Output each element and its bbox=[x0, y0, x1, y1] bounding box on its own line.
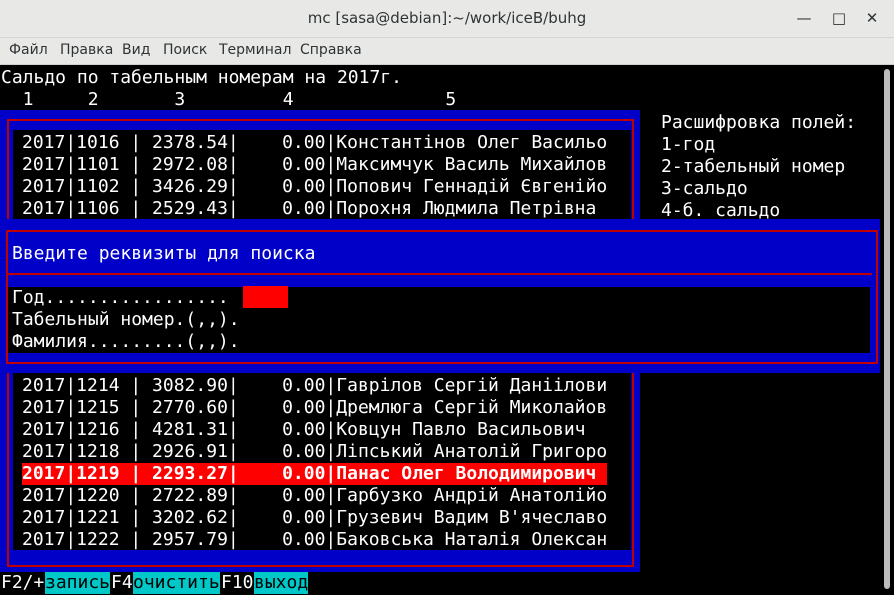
table-row[interactable]: 2017|1215 | 2770.60| 0.00|Дремлюга Сергі… bbox=[22, 397, 607, 419]
window-title: mc [sasa@debian]:~/work/iceB/buhg bbox=[307, 9, 587, 27]
report-title: Сальдо по табельным номерам на 2017г. bbox=[1, 67, 402, 88]
table-row[interactable]: 2017|1214 | 3082.90| 0.00|Гаврілов Сергі… bbox=[22, 375, 607, 397]
legend-item: 2-табельный номер bbox=[661, 156, 846, 177]
menu-file[interactable]: Файл bbox=[9, 42, 48, 58]
search-dialog-title: Введите реквизиты для поиска bbox=[12, 243, 316, 264]
table-row[interactable]: 2017|1218 | 2926.91| 0.00|Ліпський Анато… bbox=[22, 441, 607, 463]
save-button[interactable]: запись bbox=[45, 572, 111, 594]
field-label-surname[interactable]: Фамилия.........(,,). bbox=[12, 331, 240, 353]
column-numbers: 1 2 3 4 5 bbox=[1, 89, 457, 110]
f2-key[interactable]: F2/+ bbox=[1, 572, 44, 594]
table-row[interactable]: 2017|1221 | 3202.62| 0.00|Грузевич Вадим… bbox=[22, 507, 607, 529]
menu-bar: Файл Правка Вид Поиск Терминал Справка bbox=[0, 38, 894, 65]
menu-terminal[interactable]: Терминал bbox=[219, 42, 291, 58]
table-row[interactable]: 2017|1216 | 4281.31| 0.00|Ковцун Павло В… bbox=[22, 419, 607, 441]
table-row[interactable]: 2017|1106 | 2529.43| 0.00|Порохня Людмил… bbox=[22, 198, 607, 220]
table-row[interactable]: 2017|1101 | 2972.08| 0.00|Максимчук Васи… bbox=[22, 154, 607, 176]
close-icon[interactable]: ✕ bbox=[862, 8, 882, 28]
table-row[interactable]: 2017|1220 | 2722.89| 0.00|Гарбузко Андрі… bbox=[22, 485, 607, 507]
minimize-icon[interactable]: — bbox=[794, 8, 814, 28]
terminal-scrollbar[interactable] bbox=[878, 65, 894, 595]
year-input[interactable] bbox=[243, 286, 288, 308]
legend-item: 3-сальдо bbox=[661, 178, 748, 199]
scrollbar-thumb[interactable] bbox=[884, 69, 890, 589]
legend-title: Расшифровка полей: bbox=[661, 112, 857, 133]
field-label-tabel[interactable]: Табельный номер.(,,). bbox=[12, 309, 240, 331]
menu-help[interactable]: Справка bbox=[300, 42, 362, 58]
legend-item: 1-год bbox=[661, 134, 716, 155]
menu-view[interactable]: Вид bbox=[122, 42, 150, 58]
table-row[interactable]: 2017|1016 | 2378.54| 0.00|Константінов О… bbox=[22, 132, 607, 154]
dialog-divider bbox=[8, 273, 872, 275]
clear-button[interactable]: очистить bbox=[133, 572, 220, 594]
window-titlebar: mc [sasa@debian]:~/work/iceB/buhg — □ ✕ bbox=[0, 0, 894, 38]
table-row[interactable]: 2017|1102 | 3426.29| 0.00|Попович Геннад… bbox=[22, 176, 607, 198]
menu-search[interactable]: Поиск bbox=[163, 42, 207, 58]
f10-key[interactable]: F10 bbox=[221, 572, 254, 594]
maximize-icon[interactable]: □ bbox=[829, 8, 849, 28]
exit-button[interactable]: выход bbox=[254, 572, 309, 594]
menu-edit[interactable]: Правка bbox=[60, 42, 113, 58]
f4-key[interactable]: F4 bbox=[111, 572, 133, 594]
table-row-selected[interactable]: 2017|1219 | 2293.27| 0.00|Панас Олег Вол… bbox=[22, 463, 608, 485]
table-row[interactable]: 2017|1222 | 2957.79| 0.00|Баковська Ната… bbox=[22, 529, 607, 551]
field-label-year: Год................. bbox=[12, 287, 229, 308]
